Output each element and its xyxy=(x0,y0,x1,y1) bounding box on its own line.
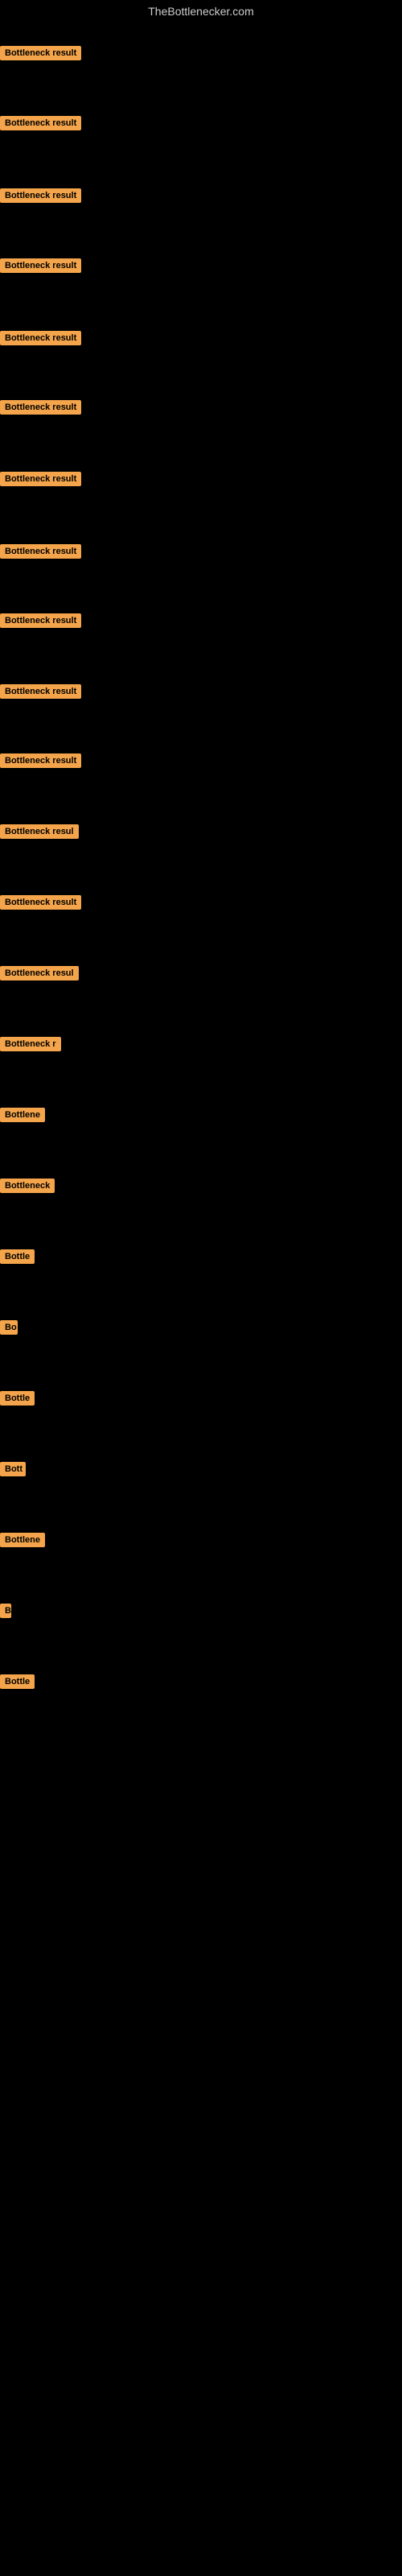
bottleneck-badge[interactable]: Bott xyxy=(0,1462,26,1476)
bottleneck-badge[interactable]: Bottleneck r xyxy=(0,1037,61,1051)
bottleneck-badge-row: Bottleneck result xyxy=(0,331,81,349)
bottleneck-badge[interactable]: Bottleneck result xyxy=(0,753,81,768)
bottleneck-badge[interactable]: Bottleneck resul xyxy=(0,824,79,839)
bottleneck-badge[interactable]: Bottleneck resul xyxy=(0,966,79,980)
bottleneck-badge-row: Bottleneck result xyxy=(0,895,81,914)
bottleneck-badge[interactable]: Bottleneck result xyxy=(0,258,81,273)
bottleneck-badge-row: Bottleneck resul xyxy=(0,966,79,985)
bottleneck-badge[interactable]: Bottleneck result xyxy=(0,895,81,910)
bottleneck-badge[interactable]: Bottlene xyxy=(0,1533,45,1547)
bottleneck-badge[interactable]: Bottleneck result xyxy=(0,116,81,130)
bottleneck-badge-row: Bottleneck r xyxy=(0,1037,61,1055)
bottleneck-badge[interactable]: Bottleneck result xyxy=(0,46,81,60)
site-title: TheBottlenecker.com xyxy=(0,0,402,23)
bottleneck-badge[interactable]: Bottle xyxy=(0,1249,35,1264)
bottleneck-badge[interactable]: Bottleneck xyxy=(0,1179,55,1193)
bottleneck-badge-row: Bottleneck result xyxy=(0,613,81,632)
bottleneck-badge-row: Bottlene xyxy=(0,1108,45,1126)
bottleneck-badge[interactable]: Bottleneck result xyxy=(0,331,81,345)
bottleneck-badge-row: Bottleneck xyxy=(0,1179,55,1197)
site-title-text: TheBottlenecker.com xyxy=(148,5,254,18)
bottleneck-badge[interactable]: Bottle xyxy=(0,1391,35,1406)
bottleneck-badge-row: Bottleneck result xyxy=(0,544,81,563)
bottleneck-badge-row: Bottleneck result xyxy=(0,472,81,490)
bottleneck-badge[interactable]: B xyxy=(0,1604,11,1618)
bottleneck-badge-row: Bottleneck result xyxy=(0,116,81,134)
bottleneck-badge-row: Bottleneck result xyxy=(0,46,81,64)
bottleneck-badge[interactable]: Bottleneck result xyxy=(0,544,81,559)
bottleneck-badge[interactable]: Bottleneck result xyxy=(0,400,81,415)
bottleneck-badge-row: Bott xyxy=(0,1462,26,1480)
bottleneck-badge-row: Bottle xyxy=(0,1391,35,1410)
bottleneck-badge-row: B xyxy=(0,1604,11,1622)
bottleneck-badge-row: Bottle xyxy=(0,1674,35,1693)
bottleneck-badge-row: Bottleneck result xyxy=(0,258,81,277)
bottleneck-badge-row: Bottleneck resul xyxy=(0,824,79,843)
bottleneck-badge-row: Bo xyxy=(0,1320,18,1339)
bottleneck-badge[interactable]: Bottle xyxy=(0,1674,35,1689)
bottleneck-badge[interactable]: Bottleneck result xyxy=(0,188,81,203)
bottleneck-badge-row: Bottle xyxy=(0,1249,35,1268)
bottleneck-badge-row: Bottlene xyxy=(0,1533,45,1551)
bottleneck-badge[interactable]: Bottlene xyxy=(0,1108,45,1122)
bottleneck-badge[interactable]: Bottleneck result xyxy=(0,472,81,486)
bottleneck-badge-row: Bottleneck result xyxy=(0,753,81,772)
bottleneck-badge[interactable]: Bottleneck result xyxy=(0,613,81,628)
bottleneck-badge[interactable]: Bottleneck result xyxy=(0,684,81,699)
bottleneck-badge[interactable]: Bo xyxy=(0,1320,18,1335)
bottleneck-badge-row: Bottleneck result xyxy=(0,400,81,419)
bottleneck-badge-row: Bottleneck result xyxy=(0,188,81,207)
bottleneck-badge-row: Bottleneck result xyxy=(0,684,81,703)
